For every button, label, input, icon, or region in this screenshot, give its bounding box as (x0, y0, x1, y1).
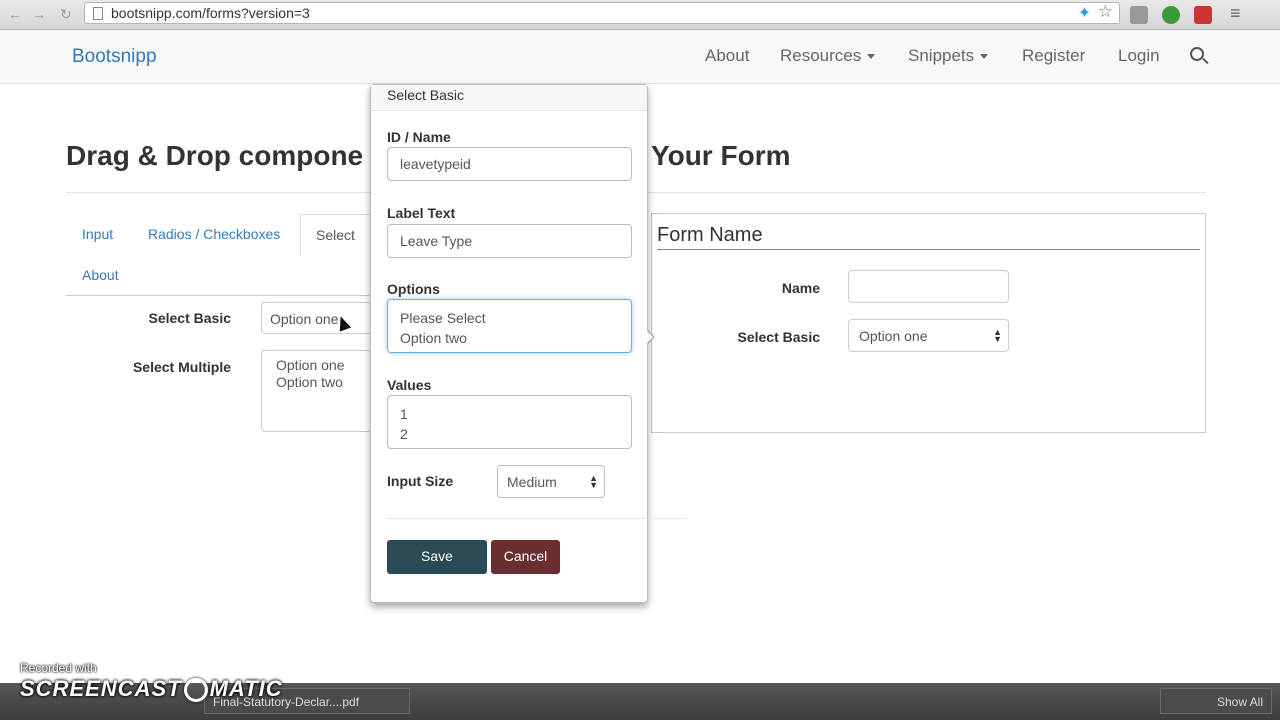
list-item: Option two (276, 374, 343, 390)
form-select-value: Option one (859, 328, 928, 344)
select-basic-component[interactable]: Option one (261, 302, 376, 334)
nav-register[interactable]: Register (1022, 46, 1085, 66)
cancel-button[interactable]: Cancel (491, 540, 560, 574)
id-name-input[interactable]: leavetypeid (387, 147, 632, 181)
page-title-end: Your Form (651, 140, 791, 171)
url-text: bootsnipp.com/forms?version=3 (111, 5, 310, 21)
options-label: Options (387, 281, 440, 297)
nav-resources[interactable]: Resources (780, 46, 876, 66)
chevron-down-icon (980, 54, 989, 60)
watermark-text-b: MATIC (209, 676, 283, 701)
extension-icon[interactable] (1130, 6, 1148, 24)
star-icon[interactable]: ☆ (1098, 2, 1113, 22)
browser-toolbar: ← → ↻ bootsnipp.com/forms?version=3 ✦ ☆ … (0, 0, 1280, 30)
popover-title: Select Basic (371, 85, 647, 111)
watermark-caption: Recorded with (20, 661, 97, 675)
tab-divider (66, 295, 376, 296)
brand-link[interactable]: Bootsnipp (72, 46, 157, 68)
screencast-watermark: SCREENCAST MATIC (20, 676, 283, 703)
label-text-input[interactable]: Leave Type (387, 224, 632, 258)
values-line: 2 (400, 426, 408, 442)
form-legend[interactable]: Form Name (657, 224, 763, 247)
values-line: 1 (400, 406, 408, 422)
popover-arrow-inner (645, 329, 653, 345)
up-down-icon: ▲ ▼ (589, 473, 598, 490)
back-icon[interactable]: ← (8, 4, 22, 24)
tab-select[interactable]: Select (300, 214, 375, 256)
nav-resources-label: Resources (780, 46, 862, 65)
select-multiple-label: Select Multiple (132, 359, 231, 375)
form-select-label: Select Basic (737, 329, 821, 345)
form-select-basic[interactable]: Option one ▲ ▼ (848, 319, 1009, 352)
watermark-logo-icon (183, 678, 208, 703)
save-button[interactable]: Save (387, 540, 487, 574)
menu-icon[interactable]: ≡ (1230, 3, 1241, 23)
legend-underline (657, 249, 1200, 250)
values-label: Values (387, 377, 432, 393)
nav-about[interactable]: About (705, 46, 749, 66)
watermark-text-a: SCREENCAST (20, 676, 182, 701)
form-preview-panel: Form Name Name Select Basic Option one ▲… (651, 213, 1206, 433)
component-editor-popover: Select Basic ID / Name leavetypeid Label… (370, 84, 687, 603)
nav-snippets[interactable]: Snippets (908, 46, 989, 66)
site-navbar: Bootsnipp About Resources Snippets Regis… (0, 30, 1280, 84)
popover-divider (387, 518, 687, 519)
form-name-label: Name (781, 280, 820, 296)
id-name-label: ID / Name (387, 129, 451, 145)
select-basic-label: Select Basic (148, 310, 232, 326)
form-name-input[interactable] (848, 270, 1009, 303)
up-down-icon: ▲ ▼ (993, 327, 1002, 344)
options-textarea[interactable]: Please Select Option two (387, 299, 632, 353)
tab-radios-checkboxes[interactable]: Radios / Checkboxes (148, 226, 280, 242)
input-size-label: Input Size (387, 473, 454, 489)
label-text-label: Label Text (387, 205, 456, 221)
chevron-down-icon (867, 54, 876, 60)
options-line: Option two (400, 330, 467, 346)
tab-input[interactable]: Input (82, 226, 113, 242)
input-size-select[interactable]: Medium ▲ ▼ (497, 465, 605, 498)
options-line: Please Select (400, 310, 486, 326)
extension-icon[interactable] (1194, 6, 1212, 24)
select-multiple-component[interactable]: Option one Option two (261, 350, 376, 432)
list-item: Option one (276, 357, 345, 373)
search-icon[interactable] (1190, 47, 1204, 61)
page-icon (93, 7, 103, 20)
tab-about[interactable]: About (82, 267, 119, 283)
address-bar[interactable]: bootsnipp.com/forms?version=3 ✦ ☆ (84, 2, 1120, 24)
show-all-button[interactable]: Show All (1160, 688, 1272, 714)
nav-snippets-label: Snippets (908, 46, 975, 65)
page-title: Drag & Drop compone (66, 140, 364, 171)
input-size-value: Medium (507, 474, 557, 490)
values-textarea[interactable]: 1 2 (387, 395, 632, 449)
twitter-icon[interactable]: ✦ (1078, 3, 1091, 23)
extension-icon[interactable] (1162, 6, 1180, 24)
reload-icon[interactable]: ↻ (60, 4, 72, 24)
forward-icon[interactable]: → (32, 4, 46, 24)
nav-login[interactable]: Login (1118, 46, 1160, 66)
